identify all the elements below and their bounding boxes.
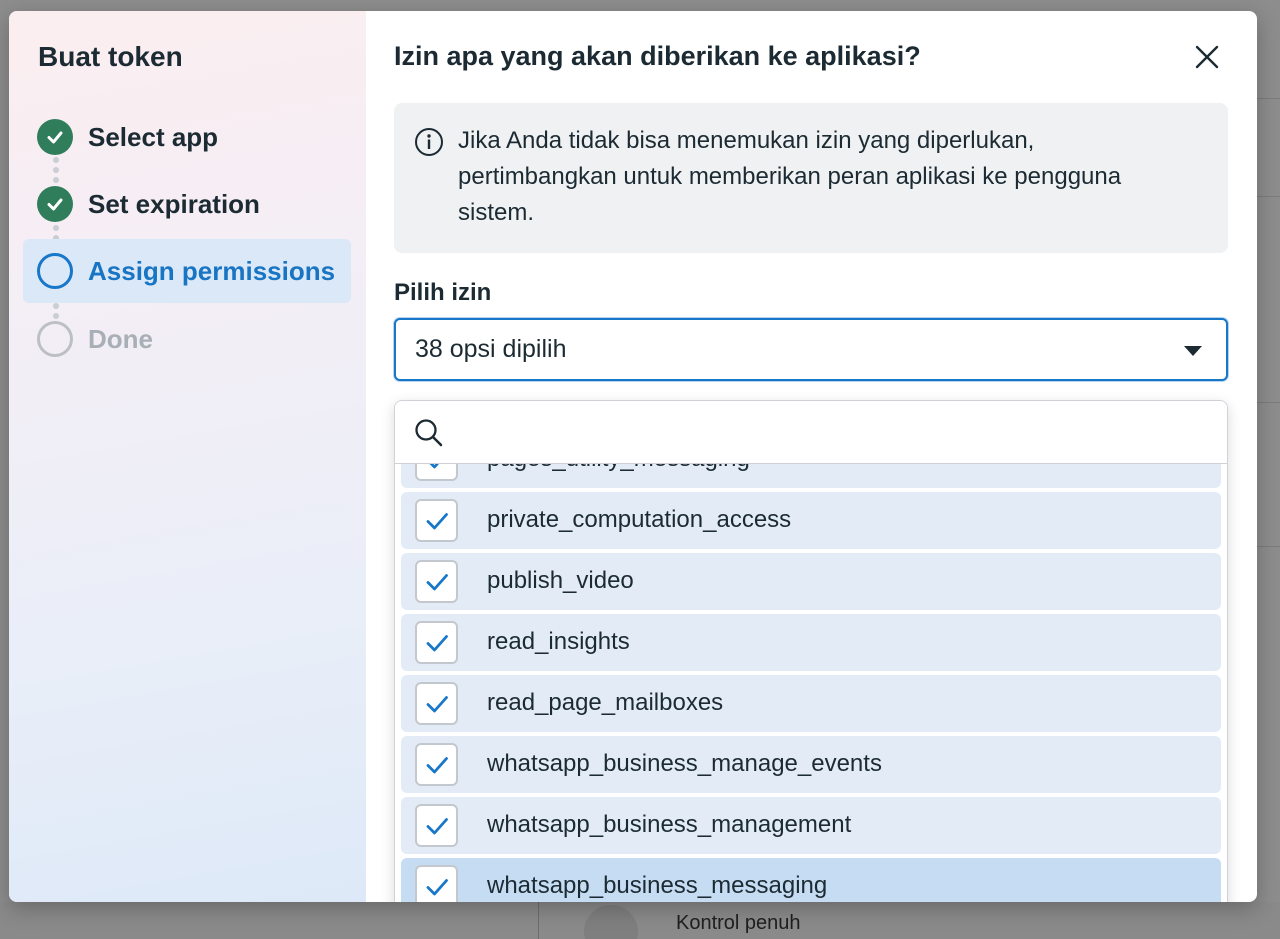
permission-option[interactable]: read_insights (401, 614, 1221, 671)
permissions-select[interactable]: 38 opsi dipilih (394, 318, 1228, 381)
check-circle-icon (37, 119, 73, 155)
permission-option[interactable]: whatsapp_business_management (401, 797, 1221, 854)
checkmark-icon (426, 878, 448, 895)
checkmark-icon (426, 512, 448, 529)
checkmark-icon (426, 817, 448, 834)
dropdown-search (395, 401, 1227, 464)
option-checkbox[interactable] (415, 682, 458, 725)
background-divider (538, 902, 539, 939)
checkmark-icon (426, 756, 448, 773)
background-divider (1257, 546, 1280, 547)
step-label: Set expiration (88, 188, 260, 219)
dialog-title: Buat token (38, 41, 183, 72)
option-label: read_insights (487, 628, 630, 655)
step-assign-permissions[interactable]: Assign permissions (23, 239, 351, 303)
search-icon (415, 419, 443, 447)
option-checkbox[interactable] (415, 865, 458, 902)
option-label: publish_video (487, 567, 634, 594)
info-text: Jika Anda tidak bisa menemukan izin yang… (458, 127, 1122, 226)
option-label: private_computation_access (487, 506, 792, 533)
option-label: whatsapp_business_manage_events (487, 750, 882, 777)
option-label: whatsapp_business_messaging (487, 872, 828, 899)
permission-option[interactable]: private_computation_access (401, 492, 1221, 549)
background-divider (1257, 402, 1280, 403)
close-button[interactable] (1189, 39, 1225, 75)
background-footer-text: Kontrol penuh (676, 912, 801, 934)
step-select-app[interactable]: Select app (23, 105, 351, 169)
caret-down-icon (1184, 346, 1202, 356)
current-step-circle-icon (37, 253, 73, 289)
pending-step-circle-icon (37, 321, 73, 357)
checkmark-icon (426, 695, 448, 712)
stepper-sidebar: Buat token Select app Set expiration Ass… (9, 11, 366, 902)
permission-option[interactable]: whatsapp_business_messaging (401, 858, 1221, 902)
checkmark-icon (426, 573, 448, 590)
step-set-expiration[interactable]: Set expiration (23, 172, 351, 236)
option-checkbox[interactable] (415, 621, 458, 664)
permission-option[interactable]: whatsapp_business_manage_events (401, 736, 1221, 793)
option-checkbox[interactable] (415, 560, 458, 603)
select-value: 38 opsi dipilih (415, 335, 567, 363)
main-panel: Izin apa yang akan diberikan ke aplikasi… (366, 11, 1257, 902)
step-label: Done (88, 323, 153, 354)
permissions-field-label: Pilih izin (394, 279, 492, 306)
option-label: read_page_mailboxes (487, 689, 724, 716)
checkmark-icon (426, 634, 448, 651)
page-title: Izin apa yang akan diberikan ke aplikasi… (394, 41, 921, 71)
option-checkbox[interactable] (415, 499, 458, 542)
step-done: Done (23, 307, 351, 371)
options-list: pages_utility_messagingprivate_computati… (401, 431, 1221, 902)
search-input[interactable] (459, 411, 1199, 453)
option-checkbox[interactable] (415, 804, 458, 847)
create-token-dialog: Buat token Select app Set expiration Ass… (9, 11, 1257, 902)
info-icon (415, 128, 443, 156)
background-footer (0, 902, 1280, 939)
option-label: whatsapp_business_management (487, 811, 852, 838)
permissions-dropdown: pages_utility_messagingprivate_computati… (394, 400, 1228, 902)
background-divider (1257, 98, 1280, 99)
permission-option[interactable]: publish_video (401, 553, 1221, 610)
check-circle-icon (37, 186, 73, 222)
permission-option[interactable]: read_page_mailboxes (401, 675, 1221, 732)
step-label: Assign permissions (88, 255, 336, 286)
close-icon (1195, 45, 1219, 69)
info-banner: Jika Anda tidak bisa menemukan izin yang… (394, 103, 1228, 253)
option-checkbox[interactable] (415, 743, 458, 786)
background-divider (1257, 196, 1280, 197)
step-label: Select app (88, 121, 219, 152)
